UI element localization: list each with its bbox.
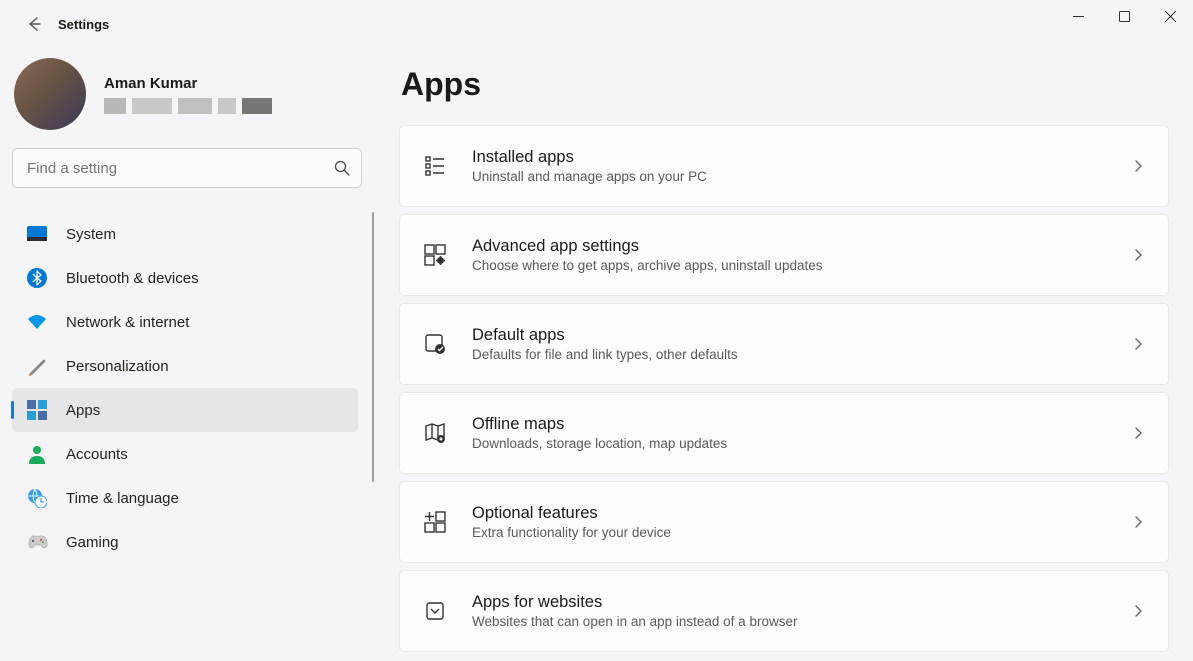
- sidebar-item-system[interactable]: System: [12, 212, 358, 256]
- sidebar-item-label: Network & internet: [66, 314, 189, 331]
- sidebar-item-label: Gaming: [66, 534, 119, 551]
- sidebar-item-label: Accounts: [66, 446, 128, 463]
- wifi-icon: [26, 311, 48, 333]
- card-title: Default apps: [472, 326, 1130, 345]
- sidebar-item-label: System: [66, 226, 116, 243]
- bluetooth-icon: [26, 267, 48, 289]
- card-desc: Extra functionality for your device: [472, 525, 1130, 540]
- card-optional-features[interactable]: Optional features Extra functionality fo…: [399, 481, 1169, 563]
- globe-clock-icon: [26, 487, 48, 509]
- sidebar: Aman Kumar Syste: [0, 48, 375, 661]
- search-wrap: [12, 148, 362, 188]
- maximize-button[interactable]: [1101, 0, 1147, 32]
- chevron-right-icon: [1130, 514, 1146, 530]
- card-title: Advanced app settings: [472, 237, 1130, 256]
- card-default-apps[interactable]: Default apps Defaults for file and link …: [399, 303, 1169, 385]
- card-title: Installed apps: [472, 148, 1130, 167]
- offline-maps-icon: [422, 420, 448, 446]
- sidebar-item-network[interactable]: Network & internet: [12, 300, 358, 344]
- search-button[interactable]: [330, 156, 354, 180]
- card-desc: Websites that can open in an app instead…: [472, 614, 1130, 629]
- card-desc: Uninstall and manage apps on your PC: [472, 169, 1130, 184]
- settings-card-list: Installed apps Uninstall and manage apps…: [399, 125, 1169, 652]
- card-advanced-app-settings[interactable]: Advanced app settings Choose where to ge…: [399, 214, 1169, 296]
- sidebar-item-label: Time & language: [66, 490, 179, 507]
- card-installed-apps[interactable]: Installed apps Uninstall and manage apps…: [399, 125, 1169, 207]
- scrollbar-thumb[interactable]: [372, 212, 374, 482]
- card-apps-for-websites[interactable]: Apps for websites Websites that can open…: [399, 570, 1169, 652]
- card-desc: Downloads, storage location, map updates: [472, 436, 1130, 451]
- sidebar-item-personalization[interactable]: Personalization: [12, 344, 358, 388]
- chevron-right-icon: [1130, 336, 1146, 352]
- card-title: Offline maps: [472, 415, 1130, 434]
- card-title: Optional features: [472, 504, 1130, 523]
- advanced-settings-icon: [422, 242, 448, 268]
- avatar: [14, 58, 86, 130]
- apps-icon: [26, 399, 48, 421]
- gamepad-icon: [26, 531, 48, 553]
- sidebar-item-bluetooth[interactable]: Bluetooth & devices: [12, 256, 358, 300]
- nav: System Bluetooth & devices Network & int…: [12, 212, 375, 564]
- default-apps-icon: [422, 331, 448, 357]
- card-desc: Defaults for file and link types, other …: [472, 347, 1130, 362]
- back-button[interactable]: [14, 4, 54, 44]
- close-icon: [1165, 11, 1176, 22]
- person-icon: [26, 443, 48, 465]
- profile-block[interactable]: Aman Kumar: [12, 48, 375, 148]
- chevron-right-icon: [1130, 158, 1146, 174]
- back-arrow-icon: [25, 15, 43, 33]
- page-title: Apps: [401, 66, 1169, 103]
- sidebar-item-time-language[interactable]: Time & language: [12, 476, 358, 520]
- chevron-right-icon: [1130, 603, 1146, 619]
- titlebar: Settings: [0, 0, 1193, 48]
- card-title: Apps for websites: [472, 593, 1130, 612]
- sidebar-item-label: Personalization: [66, 358, 169, 375]
- chevron-right-icon: [1130, 247, 1146, 263]
- chevron-right-icon: [1130, 425, 1146, 441]
- search-icon: [334, 160, 350, 176]
- profile-email-redacted: [104, 98, 272, 114]
- card-offline-maps[interactable]: Offline maps Downloads, storage location…: [399, 392, 1169, 474]
- maximize-icon: [1119, 11, 1130, 22]
- search-input[interactable]: [12, 148, 362, 188]
- window-controls: [1055, 0, 1193, 32]
- minimize-button[interactable]: [1055, 0, 1101, 32]
- sidebar-item-label: Bluetooth & devices: [66, 270, 199, 287]
- paintbrush-icon: [26, 355, 48, 377]
- optional-features-icon: [422, 509, 448, 535]
- sidebar-item-gaming[interactable]: Gaming: [12, 520, 358, 564]
- app-title: Settings: [58, 17, 109, 32]
- system-icon: [26, 223, 48, 245]
- sidebar-item-apps[interactable]: Apps: [12, 388, 358, 432]
- close-button[interactable]: [1147, 0, 1193, 32]
- main-content: Apps Installed apps Uninstall and manage…: [375, 48, 1193, 661]
- apps-for-websites-icon: [422, 598, 448, 624]
- sidebar-item-accounts[interactable]: Accounts: [12, 432, 358, 476]
- profile-name: Aman Kumar: [104, 75, 272, 92]
- installed-apps-icon: [422, 153, 448, 179]
- sidebar-item-label: Apps: [66, 402, 100, 419]
- minimize-icon: [1073, 11, 1084, 22]
- card-desc: Choose where to get apps, archive apps, …: [472, 258, 1130, 273]
